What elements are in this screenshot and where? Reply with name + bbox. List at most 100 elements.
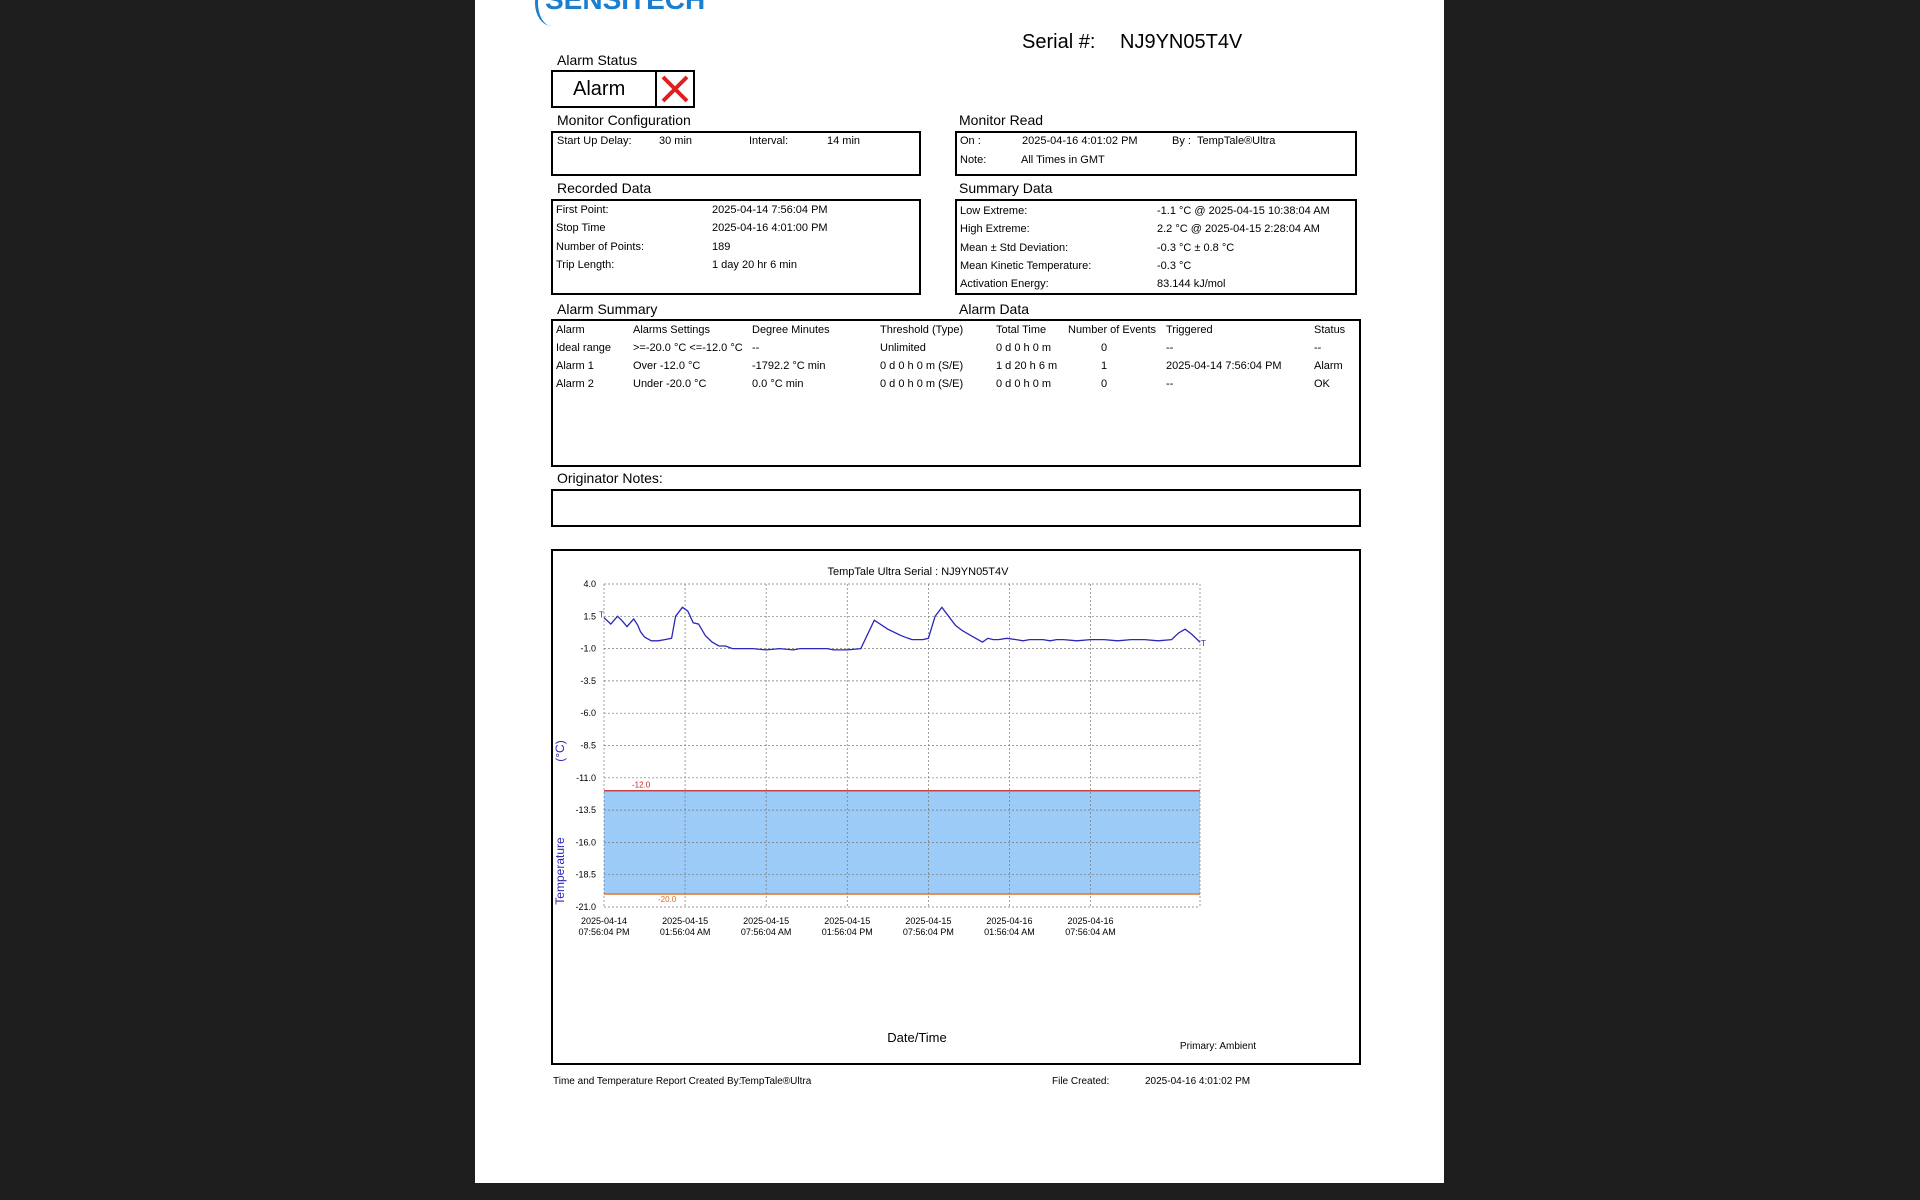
summary-data-box: Low Extreme: -1.1 °C @ 2025-04-15 10:38:…	[955, 199, 1357, 295]
recorded-row-label: Stop Time	[556, 222, 606, 234]
monitor-config-title: Monitor Configuration	[557, 112, 691, 128]
y-axis-unit: (°C)	[553, 740, 567, 761]
x-tick-date: 2025-04-15	[824, 916, 870, 926]
recorded-row-value: 2025-04-16 4:01:00 PM	[712, 222, 828, 234]
x-tick-date: 2025-04-15	[905, 916, 951, 926]
x-tick-date: 2025-04-14	[581, 916, 627, 926]
alarm-summary-table: Alarm Alarms Settings Degree Minutes Thr…	[551, 319, 1361, 467]
y-tick-label: -6.0	[580, 708, 596, 718]
table-cell: >=-20.0 °C <=-12.0 °C	[633, 342, 743, 354]
monitor-config-box: Start Up Delay: 30 min Interval: 14 min	[551, 131, 921, 176]
startup-label: Start Up Delay:	[557, 135, 632, 147]
table-cell: --	[752, 342, 760, 354]
read-note-label: Note:	[960, 154, 987, 166]
table-header: Total Time	[996, 324, 1047, 336]
lower-limit-label: -20.0	[658, 895, 677, 904]
y-tick-label: -11.0	[576, 773, 596, 783]
table-cell: Alarm 1	[556, 360, 594, 372]
table-cell: 0.0 °C min	[752, 378, 804, 390]
alarm-summary-title: Alarm Summary	[557, 301, 658, 317]
chart-frame: TempTale Ultra Serial : NJ9YN05T4V 4.0 1.…	[551, 549, 1361, 1065]
read-note-value: All Times in GMT	[1021, 154, 1105, 166]
x-tick-time: 07:56:04 PM	[903, 927, 954, 937]
x-tick-time: 01:56:04 AM	[660, 927, 711, 937]
table-cell: 2025-04-14 7:56:04 PM	[1166, 360, 1282, 372]
temperature-series-line	[603, 606, 1201, 651]
table-cell: Unlimited	[880, 342, 926, 354]
interval-value: 14 min	[827, 135, 861, 147]
footer-created-by-value: TempTale®Ultra	[740, 1076, 812, 1087]
y-tick-label: 1.5	[583, 611, 596, 621]
summary-row-value: -0.3 °C	[1157, 260, 1192, 272]
x-tick-date: 2025-04-16	[986, 916, 1032, 926]
recorded-data-box: First Point: 2025-04-14 7:56:04 PM Stop …	[551, 199, 921, 295]
table-cell: 0	[1101, 378, 1108, 390]
recorded-row-value: 1 day 20 hr 6 min	[712, 259, 797, 271]
startup-value: 30 min	[659, 135, 693, 147]
table-cell: OK	[1314, 378, 1330, 390]
table-header: Status	[1314, 324, 1346, 336]
table-cell: 0 d 0 h 0 m	[996, 378, 1052, 390]
serial-value: NJ9YN05T4V	[1120, 31, 1243, 53]
y-tick-label: 4.0	[583, 579, 596, 589]
alarm-data-title: Alarm Data	[959, 301, 1030, 317]
report-page: SENSITECH Serial #: NJ9YN05T4V Alarm Sta…	[475, 0, 1444, 1183]
x-axis-label: Date/Time	[887, 1030, 946, 1045]
summary-row-label: Mean ± Std Deviation:	[960, 242, 1069, 254]
summary-row-label: Mean Kinetic Temperature:	[960, 260, 1092, 272]
table-cell: --	[1166, 378, 1174, 390]
footer-created-by-label: Time and Temperature Report Created By:	[553, 1076, 742, 1087]
recorded-data-title: Recorded Data	[557, 180, 652, 196]
table-cell: 0 d 0 h 0 m (S/E)	[880, 360, 964, 372]
originator-notes-title: Originator Notes:	[557, 470, 663, 486]
y-tick-label: -13.5	[575, 805, 596, 815]
x-tick-time: 07:56:04 AM	[741, 927, 792, 937]
y-tick-label: -3.5	[580, 676, 596, 686]
serial-label: Serial #:	[1022, 31, 1096, 53]
recorded-row-label: First Point:	[556, 204, 609, 216]
x-tick-time: 01:56:04 PM	[822, 927, 873, 937]
interval-label: Interval:	[749, 135, 789, 147]
alarm-status-divider	[655, 70, 657, 108]
red-x-icon	[661, 75, 689, 103]
summary-row-value: -1.1 °C @ 2025-04-15 10:38:04 AM	[1157, 205, 1330, 217]
table-cell: 1 d 20 h 6 m	[996, 360, 1058, 372]
series-end-marker: T	[1201, 639, 1206, 648]
y-tick-label: -8.5	[580, 741, 596, 751]
footer-file-created-value: 2025-04-16 4:01:02 PM	[1145, 1076, 1251, 1087]
alarm-status-value: Alarm	[573, 78, 626, 100]
y-tick-label: -1.0	[580, 644, 596, 654]
read-on-value: 2025-04-16 4:01:02 PM	[1022, 135, 1138, 147]
x-tick-date: 2025-04-16	[1068, 916, 1114, 926]
table-cell: 0 d 0 h 0 m (S/E)	[880, 378, 964, 390]
summary-row-value: 2.2 °C @ 2025-04-15 2:28:04 AM	[1157, 223, 1320, 235]
table-cell: --	[1314, 342, 1322, 354]
table-cell: 0 d 0 h 0 m	[996, 342, 1052, 354]
table-cell: Alarm 2	[556, 378, 594, 390]
table-header: Degree Minutes	[752, 324, 830, 336]
summary-data-title: Summary Data	[959, 180, 1053, 196]
table-cell: --	[1166, 342, 1174, 354]
footer-file-created-label: File Created:	[1052, 1076, 1110, 1087]
originator-notes-box	[551, 489, 1361, 527]
summary-row-label: Low Extreme:	[960, 205, 1028, 217]
recorded-row-label: Number of Points:	[556, 241, 645, 253]
summary-row-value: -0.3 °C ± 0.8 °C	[1157, 242, 1235, 254]
sensitech-logo: SENSITECH	[545, 0, 705, 16]
table-cell: -1792.2 °C min	[752, 360, 826, 372]
y-tick-label: -21.0	[575, 902, 596, 912]
monitor-read-box: On : 2025-04-16 4:01:02 PM By : TempTale…	[955, 131, 1357, 176]
upper-limit-label: -12.0	[632, 781, 651, 790]
read-on-label: On :	[960, 135, 981, 147]
table-cell: Ideal range	[556, 342, 612, 354]
summary-row-value: 83.144 kJ/mol	[1157, 278, 1226, 290]
x-tick-date: 2025-04-15	[662, 916, 708, 926]
table-cell: Alarm	[1314, 360, 1343, 372]
read-by-label: By :	[1172, 135, 1191, 147]
table-header: Alarms Settings	[633, 324, 711, 336]
table-cell: 1	[1101, 360, 1108, 372]
summary-row-label: Activation Energy:	[960, 278, 1049, 290]
x-tick-time: 01:56:04 AM	[984, 927, 1035, 937]
monitor-read-title: Monitor Read	[959, 112, 1044, 128]
recorded-row-value: 189	[712, 241, 731, 253]
